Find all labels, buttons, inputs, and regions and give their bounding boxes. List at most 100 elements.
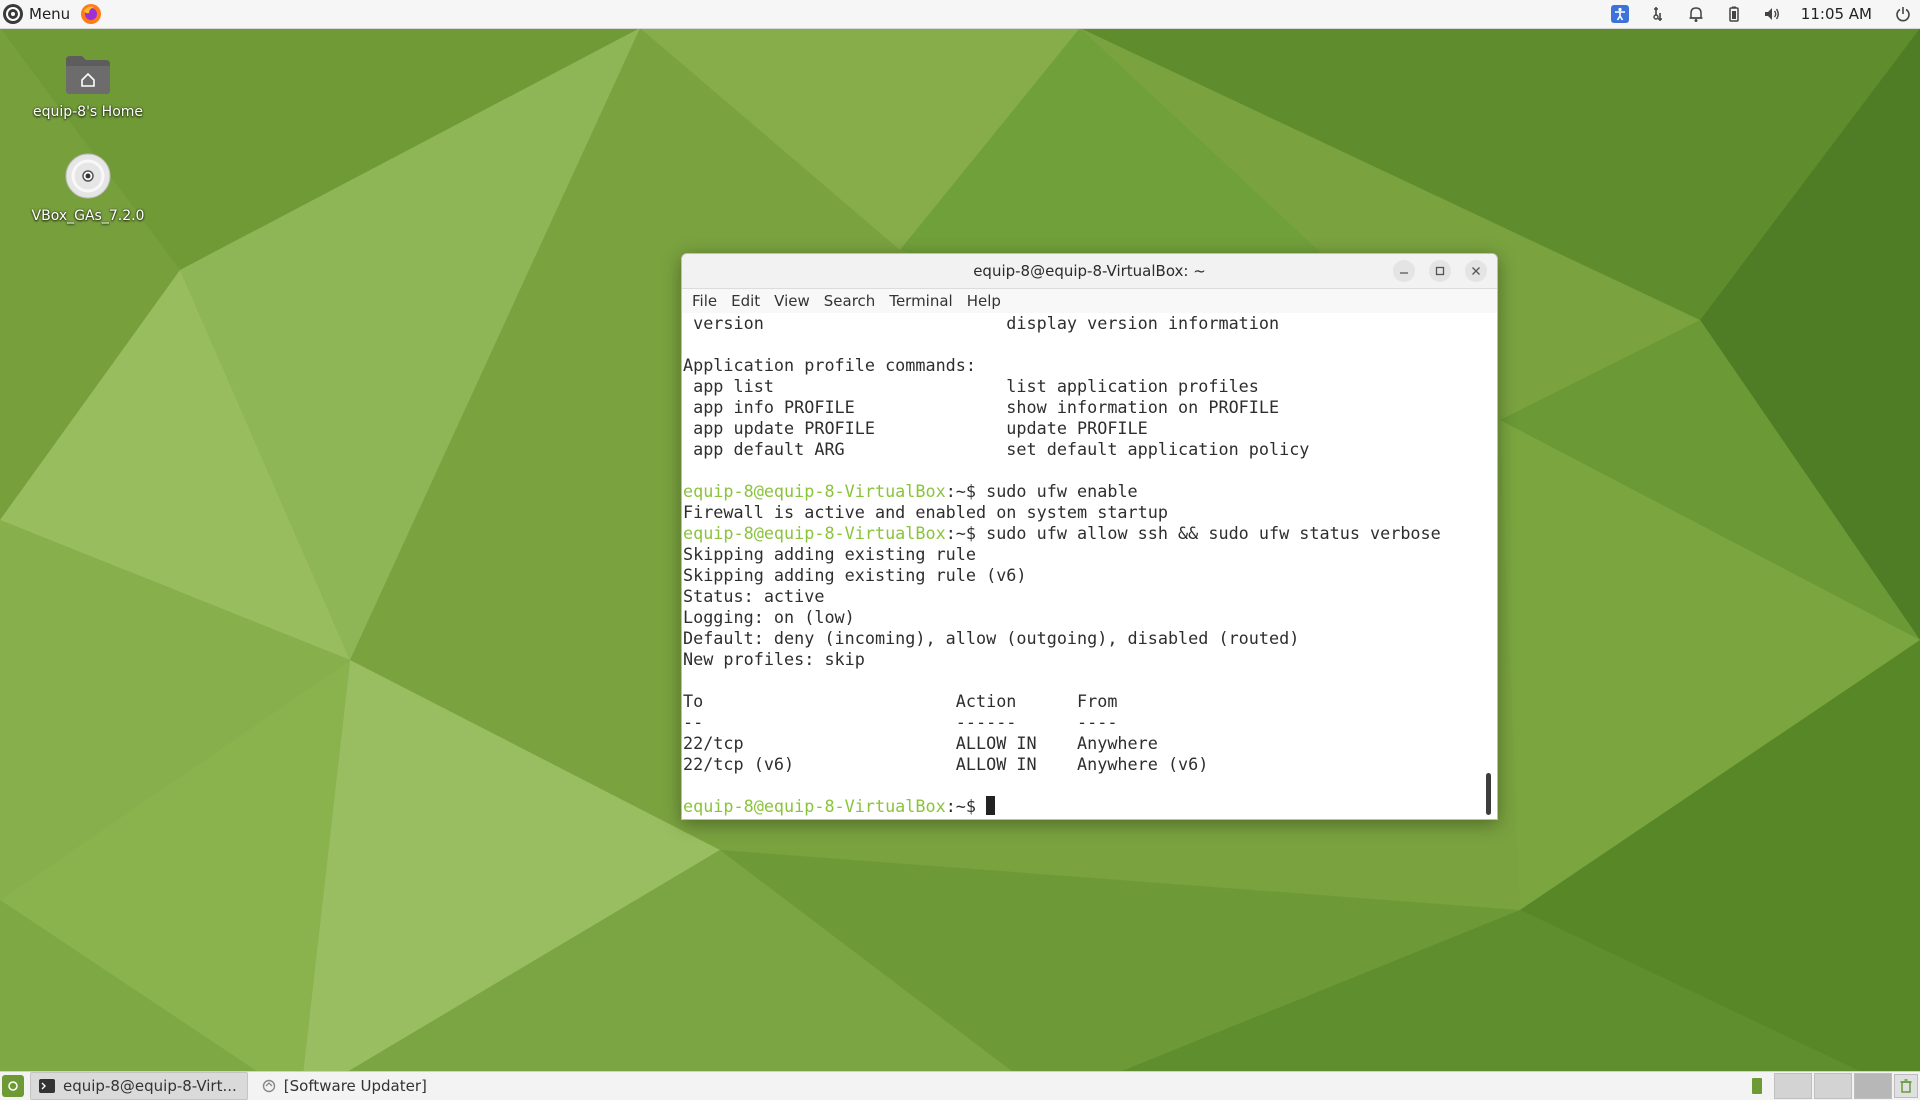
terminal-line: Default: deny (incoming), allow (outgoin… xyxy=(683,628,1497,649)
terminal-text: Default: deny (incoming), allow (outgoin… xyxy=(683,628,1300,648)
notification-bell-icon[interactable] xyxy=(1677,0,1715,28)
prompt-user-host: equip-8@equip-8-VirtualBox xyxy=(683,523,946,543)
menu-file[interactable]: File xyxy=(685,292,724,310)
taskbar-item-label: equip-8@equip-8-Virt... xyxy=(63,1077,237,1095)
menu-button[interactable]: Menu xyxy=(0,0,74,28)
minimize-icon xyxy=(1400,272,1408,274)
terminal-text: app update PROFILE update PROFILE xyxy=(683,418,1148,438)
keyboard-indicator-icon[interactable] xyxy=(1752,1078,1762,1094)
menu-edit[interactable]: Edit xyxy=(724,292,767,310)
show-desktop-icon xyxy=(8,1081,18,1091)
terminal-text: 22/tcp ALLOW IN Anywhere xyxy=(683,733,1158,753)
workspace-1[interactable] xyxy=(1774,1073,1812,1099)
terminal-output[interactable]: version display version information Appli… xyxy=(682,313,1497,819)
top-panel: Menu 11:05 AM xyxy=(0,0,1920,29)
menu-label: Menu xyxy=(29,5,71,23)
terminal-line: app info PROFILE show information on PRO… xyxy=(683,397,1497,418)
desktop-icon-home[interactable]: equip-8's Home xyxy=(28,52,148,120)
terminal-line: Skipping adding existing rule xyxy=(683,544,1497,565)
terminal-titlebar[interactable]: equip-8@equip-8-VirtualBox: ~ xyxy=(682,254,1497,289)
terminal-text: 22/tcp (v6) ALLOW IN Anywhere (v6) xyxy=(683,754,1209,774)
terminal-cursor xyxy=(986,796,996,815)
terminal-text: version display version information xyxy=(683,313,1280,333)
accessibility-icon[interactable] xyxy=(1601,0,1639,28)
terminal-text: Logging: on (low) xyxy=(683,607,855,627)
taskbar-item-label: [Software Updater] xyxy=(283,1077,427,1095)
terminal-text: -- ------ ---- xyxy=(683,712,1118,732)
trash-icon[interactable] xyxy=(1894,1074,1918,1098)
terminal-line: equip-8@equip-8-VirtualBox:~$ xyxy=(683,796,1497,817)
window-title: equip-8@equip-8-VirtualBox: ~ xyxy=(973,262,1206,280)
terminal-text: :~$ sudo ufw allow ssh && sudo ufw statu… xyxy=(945,523,1441,543)
mint-menu-icon xyxy=(3,4,23,24)
terminal-line: app list list application profiles xyxy=(683,376,1497,397)
taskbar-item-software-updater[interactable]: [Software Updater] xyxy=(254,1073,437,1099)
close-button[interactable] xyxy=(1465,260,1487,282)
close-icon xyxy=(1472,267,1480,275)
home-folder-icon xyxy=(66,56,110,94)
terminal-scrollbar[interactable] xyxy=(1486,773,1491,815)
power-icon[interactable] xyxy=(1886,0,1920,28)
terminal-text: Firewall is active and enabled on system… xyxy=(683,502,1168,522)
maximize-icon xyxy=(1435,266,1445,276)
show-desktop-button[interactable] xyxy=(2,1075,24,1097)
minimize-button[interactable] xyxy=(1393,260,1415,282)
terminal-text: Application profile commands: xyxy=(683,355,976,375)
terminal-window[interactable]: equip-8@equip-8-VirtualBox: ~ File Edit … xyxy=(681,253,1498,820)
terminal-text: Skipping adding existing rule (v6) xyxy=(683,565,1027,585)
terminal-line: 22/tcp ALLOW IN Anywhere xyxy=(683,733,1497,754)
workspace-switcher xyxy=(1752,1072,1920,1100)
workspace-3[interactable] xyxy=(1854,1073,1892,1099)
terminal-text: :~$ xyxy=(945,796,987,816)
terminal-line: -- ------ ---- xyxy=(683,712,1497,733)
terminal-text: New profiles: skip xyxy=(683,649,865,669)
terminal-text: Status: active xyxy=(683,586,825,606)
terminal-line: To Action From xyxy=(683,691,1497,712)
menu-search[interactable]: Search xyxy=(817,292,883,310)
terminal-line: equip-8@equip-8-VirtualBox:~$ sudo ufw e… xyxy=(683,481,1497,502)
volume-icon[interactable] xyxy=(1753,0,1791,28)
window-controls xyxy=(1393,260,1487,282)
desktop-icon-vbox-disc[interactable]: VBox_GAs_7.2.0 xyxy=(28,152,148,224)
terminal-line: 22/tcp (v6) ALLOW IN Anywhere (v6) xyxy=(683,754,1497,775)
terminal-line: Application profile commands: xyxy=(683,355,1497,376)
terminal-text: To Action From xyxy=(683,691,1118,711)
terminal-line: Firewall is active and enabled on system… xyxy=(683,502,1497,523)
terminal-line: Status: active xyxy=(683,586,1497,607)
clock[interactable]: 11:05 AM xyxy=(1791,5,1886,23)
terminal-icon xyxy=(39,1079,55,1093)
menu-view[interactable]: View xyxy=(767,292,817,310)
prompt-user-host: equip-8@equip-8-VirtualBox xyxy=(683,796,946,816)
terminal-text: :~$ sudo ufw enable xyxy=(945,481,1138,501)
terminal-text: Skipping adding existing rule xyxy=(683,544,976,564)
terminal-line: app update PROFILE update PROFILE xyxy=(683,418,1497,439)
terminal-menubar: File Edit View Search Terminal Help xyxy=(682,289,1497,313)
taskbar-item-terminal[interactable]: equip-8@equip-8-Virt... xyxy=(30,1072,248,1100)
terminal-line: Logging: on (low) xyxy=(683,607,1497,628)
menu-terminal[interactable]: Terminal xyxy=(882,292,959,310)
desktop-icon-label: equip-8's Home xyxy=(32,104,144,120)
system-tray: 11:05 AM xyxy=(1601,0,1920,28)
desktop-icon-label: VBox_GAs_7.2.0 xyxy=(31,208,145,224)
terminal-text: app info PROFILE show information on PRO… xyxy=(683,397,1280,417)
terminal-line: equip-8@equip-8-VirtualBox:~$ sudo ufw a… xyxy=(683,523,1497,544)
terminal-text: app list list application profiles xyxy=(683,376,1259,396)
workspace-2[interactable] xyxy=(1814,1073,1852,1099)
maximize-button[interactable] xyxy=(1429,260,1451,282)
terminal-line: Skipping adding existing rule (v6) xyxy=(683,565,1497,586)
optical-disc-icon xyxy=(65,153,111,199)
terminal-line: New profiles: skip xyxy=(683,649,1497,670)
bottom-panel: equip-8@equip-8-Virt... [Software Update… xyxy=(0,1071,1920,1100)
software-updater-icon xyxy=(262,1079,276,1093)
battery-icon[interactable] xyxy=(1715,0,1753,28)
network-icon[interactable] xyxy=(1639,0,1677,28)
terminal-line: app default ARG set default application … xyxy=(683,439,1497,460)
terminal-text: app default ARG set default application … xyxy=(683,439,1310,459)
menu-help[interactable]: Help xyxy=(960,292,1008,310)
terminal-line: version display version information xyxy=(683,313,1497,334)
firefox-icon[interactable] xyxy=(80,3,102,25)
